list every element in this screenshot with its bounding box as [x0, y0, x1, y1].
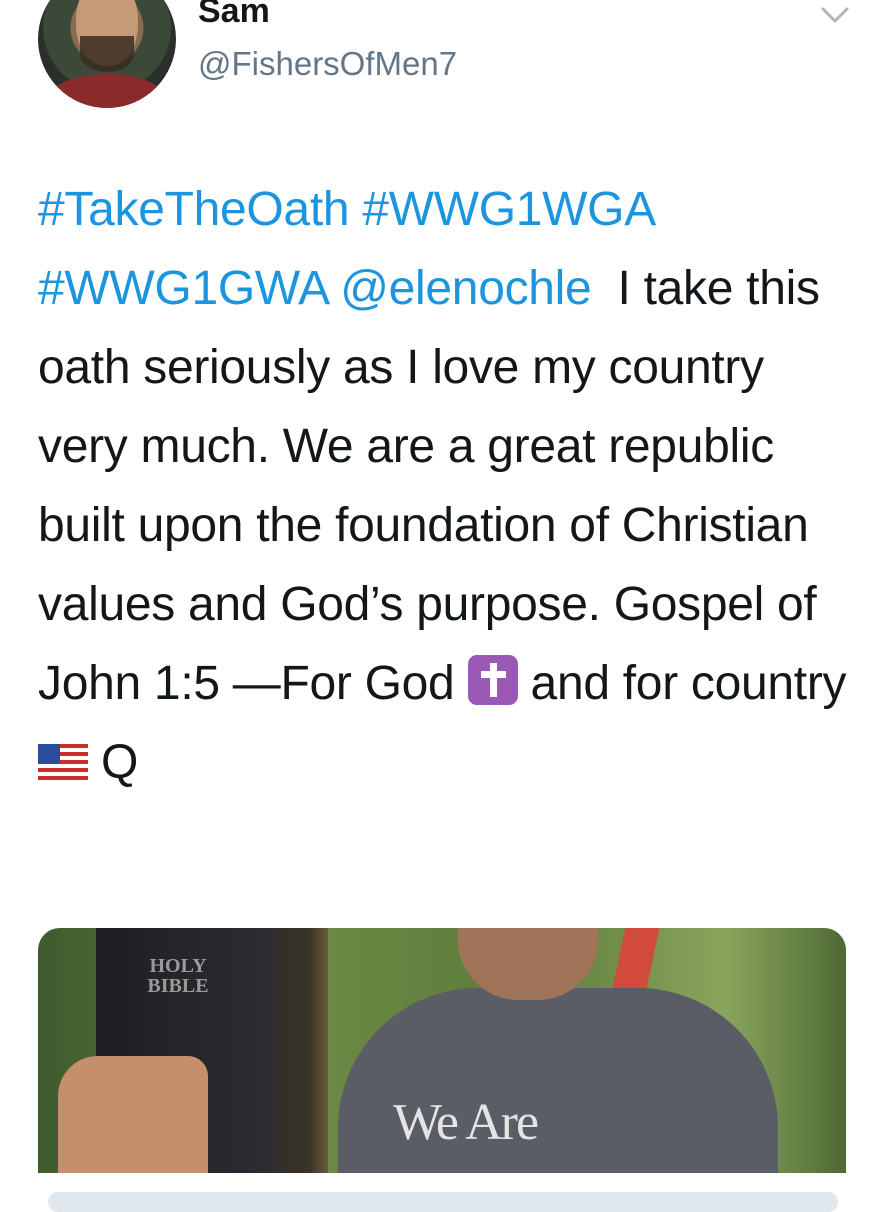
bible-title: HOLY BIBLE	[147, 955, 209, 997]
avatar[interactable]	[38, 0, 176, 108]
tweet-body: and for country	[530, 657, 847, 710]
mention-link[interactable]: @elenochle	[340, 262, 592, 315]
shirt-text: We Are	[393, 1094, 539, 1151]
tweet-body: I take this oath seriously as I love my …	[38, 262, 820, 710]
avatar-beard	[80, 36, 134, 72]
hashtag-link[interactable]: #TakeTheOath	[38, 183, 350, 236]
tweet-text: #TakeTheOath #WWG1WGA #WWG1GWA @elenochl…	[38, 170, 858, 802]
reply-bar[interactable]	[48, 1192, 838, 1212]
chevron-down-icon[interactable]	[820, 4, 850, 26]
hashtag-link[interactable]: #WWG1GWA	[38, 262, 327, 315]
hashtag-link[interactable]: #WWG1WGA	[362, 183, 653, 236]
tweet-media-image[interactable]: HOLY BIBLE We Are	[38, 928, 846, 1173]
cross-emoji-icon	[467, 655, 518, 705]
avatar-shirt	[48, 74, 166, 108]
user-handle[interactable]: @FishersOfMen7	[198, 45, 457, 83]
tweet-body: Q	[101, 736, 139, 789]
us-flag-emoji-icon	[38, 744, 88, 780]
media-hand	[58, 1056, 208, 1173]
user-name[interactable]: Sam	[198, 0, 270, 31]
